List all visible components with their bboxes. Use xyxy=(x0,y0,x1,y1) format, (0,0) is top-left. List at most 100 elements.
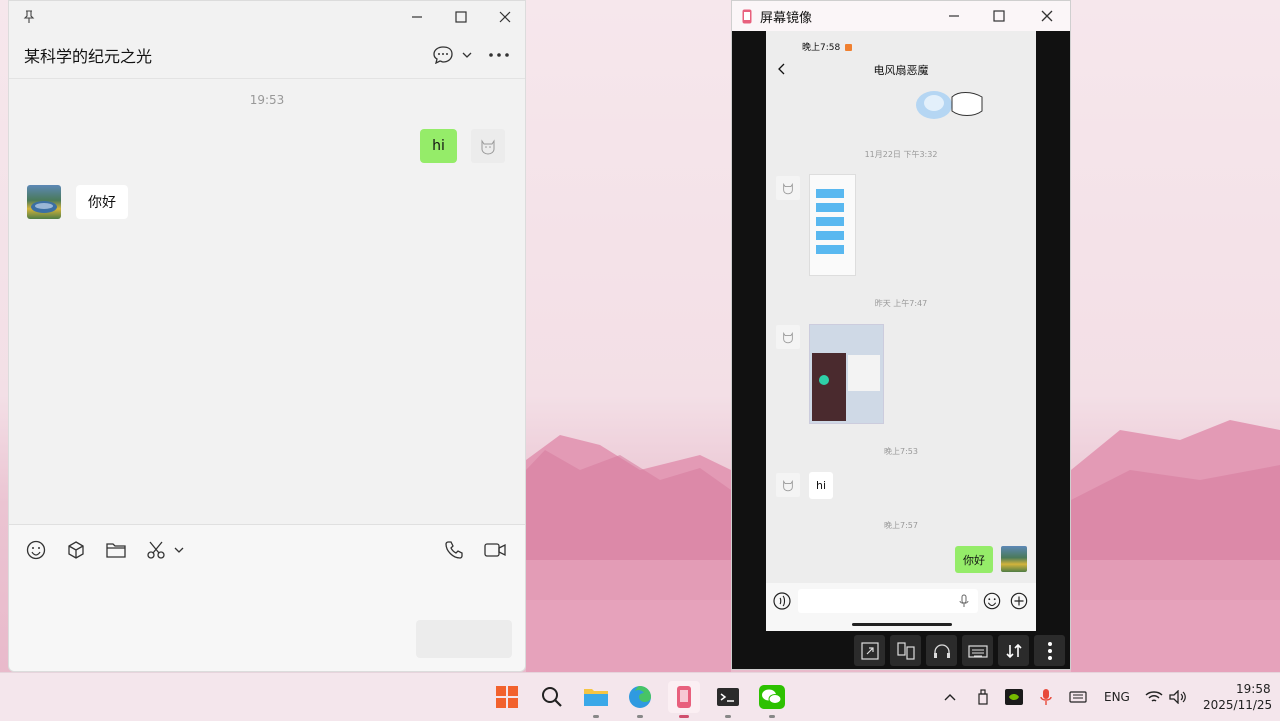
avatar[interactable] xyxy=(1001,546,1027,572)
chevron-down-icon[interactable] xyxy=(460,48,474,62)
phone-screen[interactable]: 晚上7:58 电风扇恶魔 11月22日 下午3:32 昨天 上午7:47 晚上7… xyxy=(766,31,1036,631)
headphones-icon xyxy=(933,643,950,658)
plus-icon[interactable] xyxy=(1009,591,1029,611)
keyboard-button[interactable] xyxy=(962,635,993,666)
mirror-toolbar xyxy=(854,635,1065,667)
minimize-icon[interactable] xyxy=(407,7,427,27)
message-text: hi xyxy=(815,479,827,492)
transfer-button[interactable] xyxy=(998,635,1029,666)
voice-toggle-icon[interactable] xyxy=(772,591,792,611)
message-text: 你好 xyxy=(963,553,985,567)
avatar[interactable] xyxy=(776,176,800,200)
folder-icon xyxy=(584,689,608,706)
message-bubble-received[interactable]: hi xyxy=(809,472,833,499)
photo-image[interactable] xyxy=(809,324,884,424)
scissors-icon[interactable] xyxy=(145,539,167,561)
audio-button[interactable] xyxy=(926,635,957,666)
mirror-titlebar: 屏幕镜像 xyxy=(732,1,1070,31)
taskbar: ENG 19:58 2025/11/25 xyxy=(0,672,1280,721)
landscape-avatar-icon xyxy=(31,201,57,213)
phone-icon[interactable] xyxy=(443,539,465,561)
language-indicator[interactable]: ENG xyxy=(1104,690,1130,704)
more-icon[interactable] xyxy=(487,44,511,66)
screen-mirror-app-button[interactable] xyxy=(668,681,700,718)
phone-status-time: 晚上7:58 xyxy=(802,40,853,53)
sticker-image[interactable] xyxy=(904,83,988,125)
phone-chat-title: 电风扇恶魔 xyxy=(873,64,929,77)
clock-time[interactable]: 19:58 xyxy=(1236,682,1271,696)
microphone-icon[interactable] xyxy=(956,593,972,609)
wifi-icon[interactable] xyxy=(1144,687,1164,707)
maximize-icon[interactable] xyxy=(451,7,471,27)
edge-browser-button[interactable] xyxy=(624,681,656,718)
cat-avatar-icon xyxy=(481,139,495,155)
chevron-up-icon[interactable] xyxy=(942,689,958,705)
home-indicator[interactable] xyxy=(852,623,952,626)
terminal-icon xyxy=(717,688,739,706)
phone-timestamp: 晚上7:53 xyxy=(884,447,918,456)
status-time-text: 晚上7:58 xyxy=(802,43,841,53)
up-down-arrows-icon xyxy=(1005,643,1022,658)
edge-icon xyxy=(629,686,651,708)
wechat-icon xyxy=(759,685,785,709)
cat-avatar-icon xyxy=(783,182,793,195)
more-vertical-icon xyxy=(1047,641,1052,660)
fullscreen-button[interactable] xyxy=(854,635,885,666)
file-explorer-button[interactable] xyxy=(580,681,612,718)
send-button[interactable] xyxy=(416,620,512,658)
search-icon xyxy=(542,687,562,707)
mirror-title: 屏幕镜像 xyxy=(760,11,813,26)
chat-bubble-icon[interactable] xyxy=(432,44,454,66)
message-bubble-received[interactable]: 你好 xyxy=(76,185,128,219)
message-timestamp: 19:53 xyxy=(249,93,285,107)
maximize-icon[interactable] xyxy=(989,6,1009,26)
clock-date[interactable]: 2025/11/25 xyxy=(1203,698,1272,712)
wechat-button[interactable] xyxy=(756,681,788,718)
screenshot-image[interactable] xyxy=(809,174,856,276)
cat-avatar-icon xyxy=(783,331,793,344)
more-button[interactable] xyxy=(1034,635,1065,666)
video-icon[interactable] xyxy=(483,539,507,561)
start-button[interactable] xyxy=(491,681,523,713)
emoji-icon[interactable] xyxy=(25,539,47,561)
terminal-button[interactable] xyxy=(712,681,744,718)
device-button[interactable] xyxy=(890,635,921,666)
cat-avatar-icon xyxy=(783,479,793,492)
cube-icon[interactable] xyxy=(65,539,87,561)
avatar[interactable] xyxy=(471,129,505,163)
keyboard-icon xyxy=(967,644,988,658)
phone-message-input[interactable] xyxy=(798,589,978,613)
usb-drive-icon[interactable] xyxy=(974,687,992,707)
message-bubble-sent[interactable]: hi xyxy=(420,129,457,163)
volume-icon[interactable] xyxy=(1168,687,1188,707)
chevron-down-icon[interactable] xyxy=(172,543,186,557)
keyboard-icon[interactable] xyxy=(1068,687,1088,707)
search-button[interactable] xyxy=(536,681,568,713)
devices-icon xyxy=(896,641,915,660)
emoji-icon[interactable] xyxy=(982,591,1002,611)
phone-timestamp: 11月22日 下午3:32 xyxy=(864,150,938,159)
message-input-area[interactable] xyxy=(9,525,525,671)
chat-titlebar xyxy=(9,1,525,33)
phone-timestamp: 昨天 上午7:47 xyxy=(874,299,928,308)
avatar[interactable] xyxy=(776,325,800,349)
microphone-icon[interactable] xyxy=(1037,687,1055,707)
message-bubble-sent[interactable]: 你好 xyxy=(955,546,993,573)
windows-logo-icon xyxy=(496,686,518,708)
message-text: hi xyxy=(432,138,445,154)
avatar[interactable] xyxy=(27,185,61,219)
close-icon[interactable] xyxy=(1037,6,1057,26)
header-divider xyxy=(9,78,525,79)
app-logo-icon xyxy=(741,8,753,24)
nvidia-icon[interactable] xyxy=(1004,687,1024,707)
folder-icon[interactable] xyxy=(105,539,127,561)
pin-icon[interactable] xyxy=(21,9,37,25)
chat-title: 某科学的纪元之光 xyxy=(24,47,153,66)
phone-timestamp: 晚上7:57 xyxy=(884,521,918,530)
notification-icon xyxy=(845,44,853,51)
expand-icon xyxy=(860,641,879,660)
chat-window: 某科学的纪元之光 19:53 hi 你好 xyxy=(8,0,526,672)
close-icon[interactable] xyxy=(495,7,515,27)
minimize-icon[interactable] xyxy=(944,6,964,26)
avatar[interactable] xyxy=(776,473,800,497)
